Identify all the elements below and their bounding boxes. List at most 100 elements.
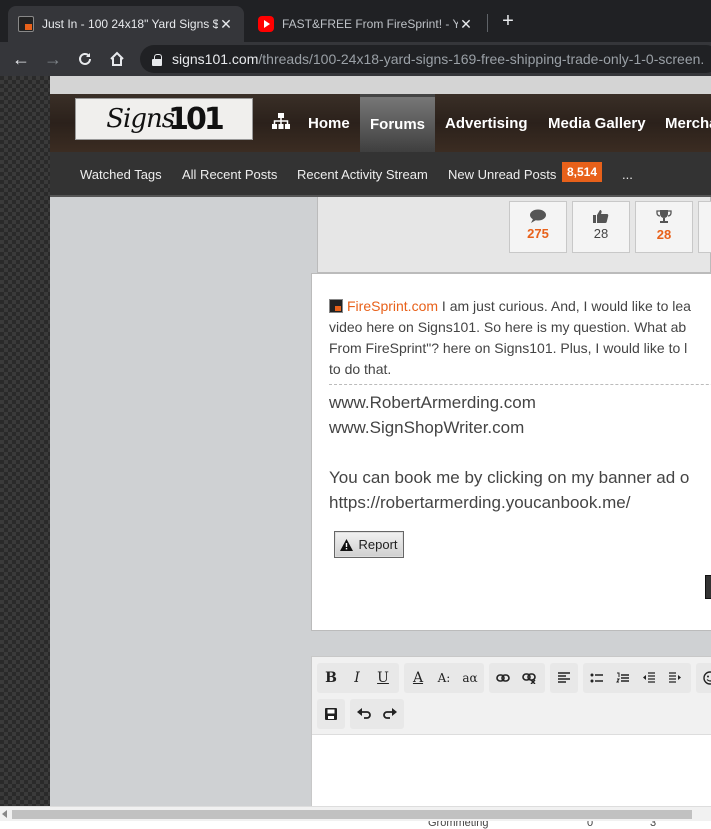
scroll-left-arrow-icon[interactable] [2,810,7,818]
signs101-logo[interactable]: Signs 101 [75,98,253,140]
warning-icon [340,538,354,551]
thumbs-up-icon [593,210,609,223]
browser-tab-bar: Just In - 100 24x18" Yard Signs $ ✕ FAST… [0,0,711,42]
tab-title: FAST&FREE From FireSprint! - Yo [282,17,458,31]
toolbar-group-font: A A: aα [404,663,484,693]
italic-button[interactable]: I [344,663,370,693]
bullet-list-icon[interactable] [584,663,610,693]
indent-icon[interactable] [662,663,688,693]
nav-home[interactable]: Home [308,94,350,152]
user-signature: www.RobertArmerding.com www.SignShopWrit… [329,390,711,515]
nav-media-gallery[interactable]: Media Gallery [548,94,646,152]
unread-count-badge: 8,514 [562,162,603,182]
footer-table-peek: Grommeting 0 3 [0,821,711,829]
stat-more[interactable] [698,201,711,253]
firesprint-avatar-icon [329,299,343,313]
post-line-4: to do that. [329,361,392,377]
lock-icon [152,53,162,66]
toolbar-group-insert [696,663,711,693]
post-line-3: From FireSprint"? here on Signs101. Plus… [329,340,688,356]
post-stats-panel: 275 28 28 [317,197,711,273]
trophy-icon [656,210,672,223]
toolbar-group-text-style: B I U [317,663,399,693]
close-tab-icon[interactable]: ✕ [218,16,234,33]
carbon-fiber-background [0,76,50,806]
toolbar-group-links [489,663,545,693]
browser-tab-youtube[interactable]: FAST&FREE From FireSprint! - Yo ✕ [248,6,484,42]
font-family-button[interactable]: aα [457,663,483,693]
stat-likes[interactable]: 28 [572,201,630,253]
post-body: FireSprint.com I am just curious. And, I… [311,273,711,631]
new-tab-button[interactable]: + [496,9,520,33]
close-tab-icon[interactable]: ✕ [458,16,474,33]
underline-button[interactable]: U [370,663,396,693]
report-label: Report [358,537,398,552]
comments-icon [530,209,546,223]
subnav-recent-activity-stream[interactable]: Recent Activity Stream [297,152,428,197]
numbered-list-icon[interactable] [610,663,636,693]
subnav-watched-tags[interactable]: Watched Tags [80,152,162,197]
nav-advertising[interactable]: Advertising [445,94,528,152]
stat-value: 275 [527,226,549,241]
report-button[interactable]: Report [334,531,404,558]
signature-site-2[interactable]: www.SignShopWriter.com [329,415,711,440]
reply-editor[interactable]: B I U A A: aα [311,656,711,806]
font-size-button[interactable]: A: [431,663,457,693]
browser-toolbar: ← → signs101.com/threads/100-24x18-yard-… [0,42,711,76]
reload-icon[interactable] [72,46,98,72]
subnav-new-unread-posts[interactable]: New Unread Posts [448,152,556,197]
mention-link[interactable]: FireSprint.com [347,298,438,314]
footer-peek-col2: 3 [650,821,657,829]
browser-tab-signs101[interactable]: Just In - 100 24x18" Yard Signs $ ✕ [8,6,244,42]
tab-separator [487,14,488,32]
scrollbar-thumb[interactable] [12,810,692,819]
nav-merchandise[interactable]: Mercha [665,94,711,152]
editor-toolbar: B I U A A: aα [312,657,711,735]
redo-icon[interactable] [377,699,403,729]
address-bar[interactable]: signs101.com/threads/100-24x18-yard-sign… [140,45,711,73]
post-line-2: video here on Signs101. So here is my qu… [329,319,687,335]
stat-trophies[interactable]: 28 [635,201,693,253]
horizontal-scrollbar[interactable] [0,806,711,821]
home-icon[interactable] [104,46,130,72]
youtube-favicon-icon [258,16,274,32]
undo-icon[interactable] [351,699,377,729]
url-path: /threads/100-24x18-yard-signs-169-free-s… [258,51,705,67]
smiley-icon[interactable] [697,663,711,693]
footer-peek-label: Grommeting [428,821,489,829]
toolbar-group-align [550,663,578,693]
unlink-icon[interactable] [516,663,542,693]
bold-button[interactable]: B [318,663,344,693]
align-left-icon[interactable] [551,663,577,693]
subnav-more[interactable]: ... [622,152,633,197]
site-header: Signs 101 Home Forums Advertising Media … [50,94,711,152]
subnav-all-recent-posts[interactable]: All Recent Posts [182,152,277,197]
toolbar-group-save [317,699,345,729]
link-icon[interactable] [490,663,516,693]
font-color-button[interactable]: A [405,663,431,693]
back-arrow-icon[interactable]: ← [8,46,34,72]
web-page: Signs 101 Home Forums Advertising Media … [0,76,711,806]
save-draft-icon[interactable] [318,699,344,729]
stat-comments[interactable]: 275 [509,201,567,253]
signature-site-1[interactable]: www.RobertArmerding.com [329,390,711,415]
signs101-favicon-icon [18,16,34,32]
nav-forums[interactable]: Forums [360,94,436,152]
stat-value: 28 [593,226,609,241]
sub-nav: Watched Tags All Recent Posts Recent Act… [50,152,711,197]
post-action-button[interactable] [705,575,711,599]
post-line-1: I am just curious. And, I would like to … [438,298,691,314]
signature-divider [329,384,711,385]
outdent-icon[interactable] [636,663,662,693]
toolbar-group-history [350,699,404,729]
url-host: signs101.com [172,51,259,67]
signature-booking-text: You can book me by clicking on my banner… [329,468,690,487]
post-message: FireSprint.com I am just curious. And, I… [329,296,711,380]
forward-arrow-icon[interactable]: → [40,46,66,72]
tab-title: Just In - 100 24x18" Yard Signs $ [42,17,218,31]
sitemap-icon[interactable] [272,112,290,130]
logo-number-text: 101 [168,101,225,137]
signature-booking-url[interactable]: https://robertarmerding.youcanbook.me/ [329,490,711,515]
stat-value: 28 [656,227,672,242]
page-top-band [50,76,711,96]
